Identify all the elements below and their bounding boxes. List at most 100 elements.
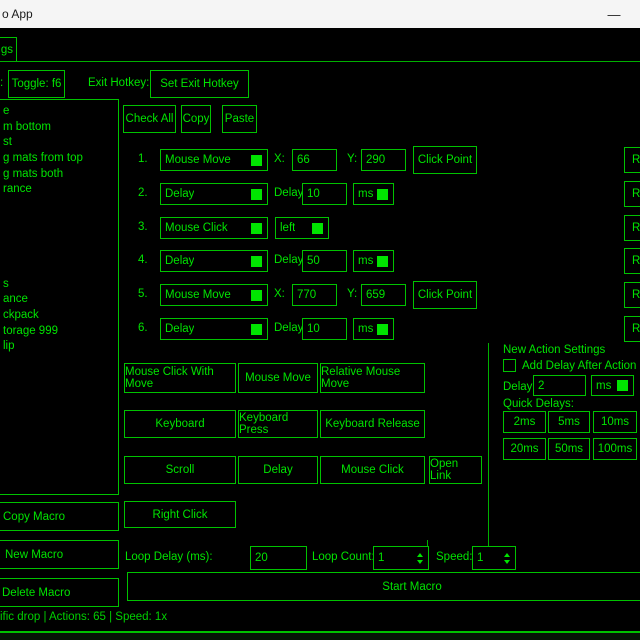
stepper-arrows-icon[interactable]	[417, 553, 423, 564]
dropdown-indicator-icon	[251, 256, 262, 267]
click-point-button[interactable]: Click Point	[413, 146, 477, 174]
delay-label: Delay	[274, 254, 303, 266]
keyboard-press-button[interactable]: Keyboard Press	[238, 410, 318, 438]
action-type-value: Delay	[161, 255, 194, 267]
delay-unit-dropdown[interactable]: ms	[353, 250, 394, 272]
keyboard-button[interactable]: Keyboard	[124, 410, 236, 438]
check-all-button[interactable]: Check All	[123, 105, 176, 133]
x-input[interactable]: 770	[292, 284, 337, 306]
copy-button[interactable]: Copy	[181, 105, 211, 133]
x-label: X:	[274, 153, 285, 165]
mouse-button-value: left	[276, 222, 295, 234]
paste-button[interactable]: Paste	[222, 105, 257, 133]
delay-unit-dropdown[interactable]: ms	[353, 183, 394, 205]
tabstrip-divider	[0, 61, 640, 62]
copy-macro-button[interactable]: Copy Macro	[0, 502, 119, 531]
mouse-click-with-move-button[interactable]: Mouse Click With Move	[124, 363, 236, 393]
remove-action-button[interactable]: R	[624, 282, 640, 308]
dropdown-indicator-icon	[251, 223, 262, 234]
delay-input[interactable]: 10	[302, 183, 347, 205]
minimize-button[interactable]: —	[598, 0, 630, 28]
button-label: 20ms	[510, 443, 538, 455]
action-type-dropdown[interactable]: Mouse Move	[160, 284, 268, 306]
delete-macro-button[interactable]: Delete Macro	[0, 578, 119, 607]
button-label: Mouse Click	[341, 464, 404, 476]
delay-label: Delay	[274, 322, 303, 334]
scroll-button[interactable]: Scroll	[124, 456, 236, 484]
tab-settings-label: gs	[1, 44, 13, 56]
dropdown-indicator-icon	[377, 189, 388, 200]
quick-delay-10ms-button[interactable]: 10ms	[593, 411, 637, 433]
mouse-button-dropdown[interactable]: left	[275, 217, 329, 239]
settings-delay-unit-dropdown[interactable]: ms	[591, 375, 634, 396]
title-bar: o App	[0, 0, 640, 28]
button-label: Keyboard Press	[239, 412, 317, 436]
remove-action-button[interactable]: R	[624, 215, 640, 241]
y-input[interactable]: 290	[361, 149, 406, 171]
tab-settings[interactable]: gs	[0, 37, 17, 62]
y-input[interactable]: 659	[361, 284, 406, 306]
action-type-dropdown[interactable]: Delay	[160, 318, 268, 340]
loop-delay-input[interactable]: 20	[250, 546, 307, 570]
new-action-settings-title: New Action Settings	[503, 344, 605, 356]
settings-delay-input[interactable]: 2	[533, 375, 586, 396]
relative-mouse-move-button[interactable]: Relative Mouse Move	[320, 363, 425, 393]
macro-list-item[interactable]: e	[3, 104, 118, 120]
action-type-dropdown[interactable]: Mouse Move	[160, 149, 268, 171]
quick-delay-100ms-button[interactable]: 100ms	[593, 438, 637, 460]
toggle-hotkey-label: Toggle: f6	[12, 78, 62, 90]
remove-action-button[interactable]: R	[624, 248, 640, 274]
button-label: Relative Mouse Move	[321, 366, 424, 390]
x-label: X:	[274, 288, 285, 300]
button-label: 5ms	[558, 416, 580, 428]
action-index: 1.	[138, 153, 148, 165]
action-row: 5. Mouse Move X: 770 Y: 659 Click Point …	[0, 282, 640, 308]
macro-list-item[interactable]: m bottom	[3, 120, 118, 136]
paste-label: Paste	[225, 113, 254, 125]
action-row: 1. Mouse Move X: 66 Y: 290 Click Point R	[0, 147, 640, 173]
new-macro-button[interactable]: New Macro	[0, 540, 119, 569]
toggle-hotkey-button[interactable]: Toggle: f6	[8, 70, 65, 98]
remove-label: R	[632, 222, 640, 234]
set-exit-hotkey-button[interactable]: Set Exit Hotkey	[150, 70, 249, 98]
x-input[interactable]: 66	[292, 149, 337, 171]
action-type-dropdown[interactable]: Delay	[160, 250, 268, 272]
check-all-label: Check All	[126, 113, 174, 125]
add-delay-checkbox[interactable]	[503, 359, 516, 372]
remove-action-button[interactable]: R	[624, 147, 640, 173]
delay-unit-dropdown[interactable]: ms	[353, 318, 394, 340]
quick-delay-2ms-button[interactable]: 2ms	[503, 411, 546, 433]
new-macro-label: New Macro	[5, 549, 63, 561]
quick-delay-50ms-button[interactable]: 50ms	[548, 438, 590, 460]
action-type-dropdown[interactable]: Mouse Click	[160, 217, 268, 239]
button-label: Delay	[263, 464, 292, 476]
dropdown-indicator-icon	[251, 189, 262, 200]
remove-label: R	[632, 154, 640, 166]
settings-panel-divider	[488, 343, 489, 546]
start-macro-label: Start Macro	[382, 581, 441, 593]
button-label: Right Click	[153, 509, 208, 521]
button-label: 100ms	[598, 443, 633, 455]
stepper-arrows-icon[interactable]	[504, 553, 510, 564]
loop-count-stepper[interactable]: 1	[373, 546, 429, 570]
click-point-label: Click Point	[418, 154, 472, 166]
action-type-dropdown[interactable]: Delay	[160, 183, 268, 205]
mouse-click-button[interactable]: Mouse Click	[320, 456, 425, 484]
quick-delay-20ms-button[interactable]: 20ms	[503, 438, 546, 460]
delay-input[interactable]: 50	[302, 250, 347, 272]
click-point-button[interactable]: Click Point	[413, 281, 477, 309]
keyboard-release-button[interactable]: Keyboard Release	[320, 410, 425, 438]
start-macro-button[interactable]: Start Macro	[127, 572, 640, 601]
quick-delay-5ms-button[interactable]: 5ms	[548, 411, 590, 433]
loop-delay-value: 20	[251, 552, 268, 564]
right-click-button[interactable]: Right Click	[124, 501, 236, 528]
open-link-button[interactable]: Open Link	[429, 456, 482, 484]
action-row: 3. Mouse Click left R	[0, 215, 640, 241]
remove-action-button[interactable]: R	[624, 316, 640, 342]
speed-stepper[interactable]: 1	[472, 546, 516, 570]
remove-action-button[interactable]: R	[624, 181, 640, 207]
mouse-move-button[interactable]: Mouse Move	[238, 363, 318, 393]
delay-input[interactable]: 10	[302, 318, 347, 340]
action-type-value: Mouse Move	[161, 289, 231, 301]
delay-button[interactable]: Delay	[238, 456, 318, 484]
